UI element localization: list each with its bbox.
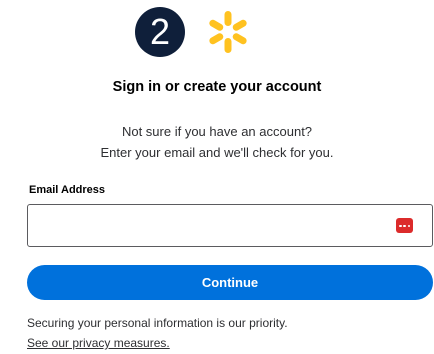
privacy-measures-link[interactable]: See our privacy measures. xyxy=(27,336,170,350)
page-title: Sign in or create your account xyxy=(112,79,322,95)
intro-line-account: Not sure if you have an account? xyxy=(121,124,313,139)
intro-text: Not sure if you have an account? Enter y… xyxy=(0,121,434,163)
continue-button[interactable]: Continue xyxy=(27,265,433,300)
email-field[interactable] xyxy=(27,204,433,247)
privacy-note: Securing your personal information is ou… xyxy=(27,316,288,330)
intro-line-email-check: Enter your email and we'll check for you… xyxy=(100,145,334,160)
step-number-badge: 2 xyxy=(135,7,185,57)
password-manager-icon[interactable] xyxy=(396,218,413,233)
walmart-spark-icon xyxy=(209,11,247,53)
email-field-label: Email Address xyxy=(29,184,106,196)
